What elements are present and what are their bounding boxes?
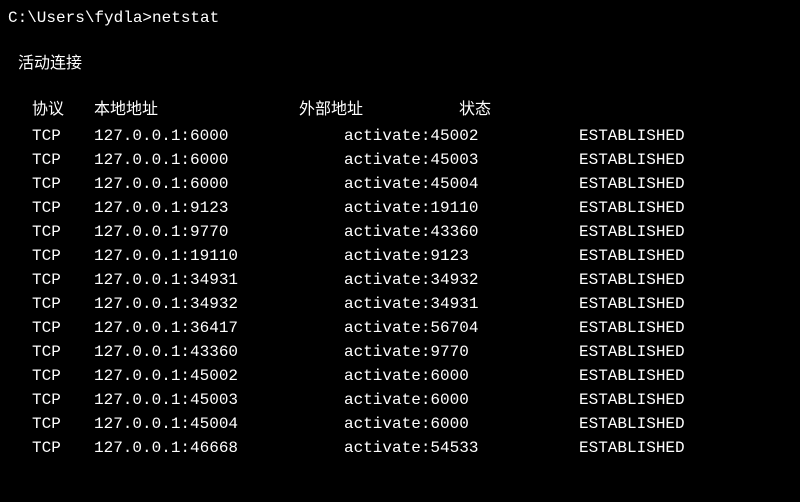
cell-protocol: TCP xyxy=(32,412,94,436)
cell-foreign-address: activate:34932 xyxy=(344,268,579,292)
cell-foreign-address: activate:6000 xyxy=(344,388,579,412)
cell-foreign-address: activate:45004 xyxy=(344,172,579,196)
cell-state: ESTABLISHED xyxy=(579,268,685,292)
cell-foreign-address: activate:45003 xyxy=(344,148,579,172)
cell-local-address: 127.0.0.1:19110 xyxy=(94,244,344,268)
command-prompt-line: C:\Users\fydla>netstat xyxy=(8,6,792,30)
table-row: TCP127.0.0.1:6000activate:45002ESTABLISH… xyxy=(32,124,792,148)
cell-protocol: TCP xyxy=(32,316,94,340)
cell-foreign-address: activate:6000 xyxy=(344,412,579,436)
table-row: TCP127.0.0.1:45004activate:6000ESTABLISH… xyxy=(32,412,792,436)
cell-local-address: 127.0.0.1:6000 xyxy=(94,148,344,172)
header-foreign-address: 外部地址 xyxy=(299,98,459,122)
header-local-address: 本地地址 xyxy=(94,98,299,122)
cell-state: ESTABLISHED xyxy=(579,220,685,244)
cell-state: ESTABLISHED xyxy=(579,340,685,364)
section-title: 活动连接 xyxy=(18,52,792,76)
table-row: TCP127.0.0.1:45002activate:6000ESTABLISH… xyxy=(32,364,792,388)
cell-state: ESTABLISHED xyxy=(579,364,685,388)
cell-state: ESTABLISHED xyxy=(579,244,685,268)
cell-protocol: TCP xyxy=(32,124,94,148)
cell-state: ESTABLISHED xyxy=(579,388,685,412)
cell-state: ESTABLISHED xyxy=(579,412,685,436)
table-row: TCP127.0.0.1:34932activate:34931ESTABLIS… xyxy=(32,292,792,316)
cell-local-address: 127.0.0.1:45002 xyxy=(94,364,344,388)
cell-foreign-address: activate:6000 xyxy=(344,364,579,388)
cell-foreign-address: activate:56704 xyxy=(344,316,579,340)
cell-foreign-address: activate:54533 xyxy=(344,436,579,460)
cell-protocol: TCP xyxy=(32,436,94,460)
cell-protocol: TCP xyxy=(32,268,94,292)
cell-foreign-address: activate:34931 xyxy=(344,292,579,316)
table-row: TCP127.0.0.1:45003activate:6000ESTABLISH… xyxy=(32,388,792,412)
table-row: TCP127.0.0.1:43360activate:9770ESTABLISH… xyxy=(32,340,792,364)
table-row: TCP127.0.0.1:6000activate:45003ESTABLISH… xyxy=(32,148,792,172)
cell-protocol: TCP xyxy=(32,172,94,196)
cell-protocol: TCP xyxy=(32,244,94,268)
cell-state: ESTABLISHED xyxy=(579,316,685,340)
terminal-window[interactable]: C:\Users\fydla>netstat 活动连接 协议 本地地址 外部地址… xyxy=(0,0,800,460)
cell-local-address: 127.0.0.1:45004 xyxy=(94,412,344,436)
table-row: TCP127.0.0.1:36417activate:56704ESTABLIS… xyxy=(32,316,792,340)
cell-foreign-address: activate:19110 xyxy=(344,196,579,220)
table-row: TCP127.0.0.1:46668activate:54533ESTABLIS… xyxy=(32,436,792,460)
cell-protocol: TCP xyxy=(32,292,94,316)
cell-foreign-address: activate:43360 xyxy=(344,220,579,244)
cell-foreign-address: activate:9123 xyxy=(344,244,579,268)
cell-local-address: 127.0.0.1:43360 xyxy=(94,340,344,364)
header-state: 状态 xyxy=(459,98,491,122)
table-row: TCP127.0.0.1:9770activate:43360ESTABLISH… xyxy=(32,220,792,244)
netstat-header-row: 协议 本地地址 外部地址 状态 xyxy=(32,98,792,122)
cell-state: ESTABLISHED xyxy=(579,172,685,196)
table-row: TCP127.0.0.1:19110activate:9123ESTABLISH… xyxy=(32,244,792,268)
cell-state: ESTABLISHED xyxy=(579,196,685,220)
cell-local-address: 127.0.0.1:36417 xyxy=(94,316,344,340)
cell-protocol: TCP xyxy=(32,220,94,244)
cell-state: ESTABLISHED xyxy=(579,292,685,316)
cell-protocol: TCP xyxy=(32,148,94,172)
cell-state: ESTABLISHED xyxy=(579,148,685,172)
cell-foreign-address: activate:45002 xyxy=(344,124,579,148)
cell-protocol: TCP xyxy=(32,196,94,220)
table-row: TCP127.0.0.1:34931activate:34932ESTABLIS… xyxy=(32,268,792,292)
cell-protocol: TCP xyxy=(32,364,94,388)
cell-local-address: 127.0.0.1:9770 xyxy=(94,220,344,244)
cell-local-address: 127.0.0.1:6000 xyxy=(94,172,344,196)
table-row: TCP127.0.0.1:6000activate:45004ESTABLISH… xyxy=(32,172,792,196)
cell-local-address: 127.0.0.1:6000 xyxy=(94,124,344,148)
cell-state: ESTABLISHED xyxy=(579,436,685,460)
netstat-rows: TCP127.0.0.1:6000activate:45002ESTABLISH… xyxy=(8,124,792,460)
table-row: TCP127.0.0.1:9123activate:19110ESTABLISH… xyxy=(32,196,792,220)
cell-local-address: 127.0.0.1:45003 xyxy=(94,388,344,412)
cell-local-address: 127.0.0.1:34932 xyxy=(94,292,344,316)
cell-local-address: 127.0.0.1:34931 xyxy=(94,268,344,292)
cell-protocol: TCP xyxy=(32,340,94,364)
cell-foreign-address: activate:9770 xyxy=(344,340,579,364)
cell-state: ESTABLISHED xyxy=(579,124,685,148)
cell-local-address: 127.0.0.1:9123 xyxy=(94,196,344,220)
cell-protocol: TCP xyxy=(32,388,94,412)
cell-local-address: 127.0.0.1:46668 xyxy=(94,436,344,460)
header-protocol: 协议 xyxy=(32,98,94,122)
